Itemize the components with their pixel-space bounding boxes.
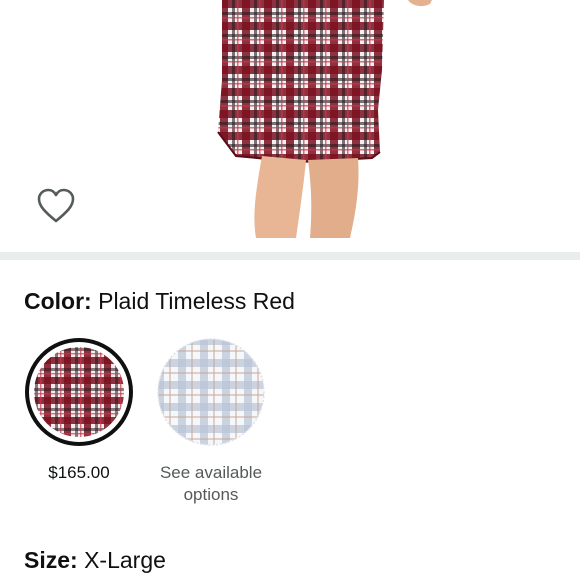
color-value: Plaid Timeless Red	[98, 288, 295, 314]
heart-outline-icon	[37, 188, 75, 223]
section-divider	[0, 252, 580, 260]
color-selection-label: Color: Plaid Timeless Red	[24, 287, 295, 315]
red-plaid-swatch-graphic	[25, 338, 133, 446]
size-value: X-Large	[84, 547, 166, 573]
color-swatch-see-options[interactable]	[156, 337, 266, 447]
swatch-price: $165.00	[48, 463, 110, 482]
color-swatch-plaid-timeless-red[interactable]	[24, 337, 134, 447]
size-selection-label: Size: X-Large	[24, 546, 166, 574]
size-label: Size:	[24, 547, 78, 573]
product-photo-graphic	[217, 0, 432, 238]
color-label: Color:	[24, 288, 92, 314]
caption-line-1: See available	[159, 463, 263, 482]
grey-plaid-swatch-graphic	[157, 338, 265, 446]
swatch-see-options-caption: See available options	[142, 462, 280, 506]
wishlist-heart-button[interactable]	[36, 186, 76, 226]
product-image[interactable]	[0, 0, 580, 252]
caption-line-2: options	[183, 485, 239, 504]
